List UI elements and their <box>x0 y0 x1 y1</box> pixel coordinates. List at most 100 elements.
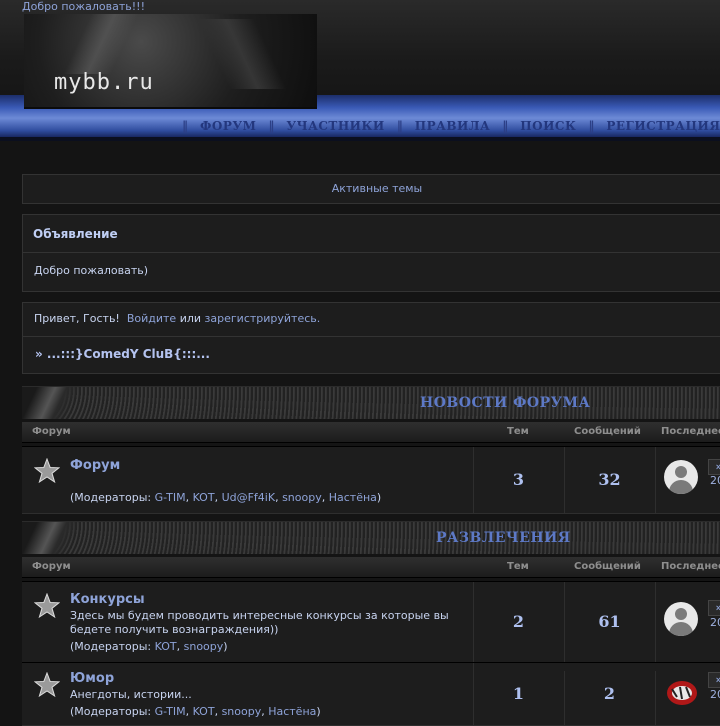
avatar-body <box>669 622 693 636</box>
guest-hello: Привет, Гость! <box>34 312 120 325</box>
last-post-jump-button[interactable]: » <box>708 672 720 688</box>
site-name: » ...:::}ComedY CluB{:::... <box>35 347 210 361</box>
active-topics-bar: Активные темы <box>22 174 720 204</box>
moderator-link[interactable]: Ud@Ff4iK <box>222 491 276 504</box>
category-edge-decoration <box>22 522 82 554</box>
register-period: . <box>316 312 321 325</box>
topic-count: 3 <box>473 447 565 513</box>
moderator-link[interactable]: snoopy <box>282 491 322 504</box>
forum-row-forum: Форум (Модераторы: G-TIM, KOT, Ud@Ff4iK,… <box>22 446 720 514</box>
guest-box: Привет, Гость! Войдите или зарегистрируй… <box>22 302 720 374</box>
last-post-jump-button[interactable]: » <box>708 600 720 616</box>
user-avatar-image[interactable] <box>664 675 700 709</box>
nav-separator: ‖ <box>396 119 403 133</box>
divider <box>23 252 720 253</box>
moderator-link[interactable]: KOT <box>155 640 177 653</box>
nav-forum[interactable]: ФОРУМ <box>200 119 256 133</box>
last-post-date: 20 <box>710 616 720 629</box>
column-last: Последнее <box>661 426 720 437</box>
moderator-link[interactable]: G-TIM <box>155 705 186 718</box>
category-header-entertainment: РАЗВЛЕЧЕНИЯ <box>22 521 720 554</box>
register-link[interactable]: зарегистрируйтесь <box>205 312 317 325</box>
moderator-link[interactable]: Настёна <box>268 705 316 718</box>
moderator-link[interactable]: snoopy <box>184 640 224 653</box>
column-topics: Тем <box>507 561 529 572</box>
divider <box>23 336 720 337</box>
nav-members[interactable]: УЧАСТНИКИ <box>286 119 384 133</box>
mods-suffix: ) <box>223 640 228 653</box>
moderators: (Модераторы: KOT, snoopy) <box>70 640 228 653</box>
star-icon <box>34 593 60 619</box>
column-forum: Форум <box>32 426 71 437</box>
column-forum: Форум <box>32 561 71 572</box>
forum-info-cell: Конкурсы Здесь мы будем проводить интере… <box>22 582 474 662</box>
moderators: (Модераторы: G-TIM, KOT, Ud@Ff4iK, snoop… <box>70 491 382 504</box>
nav-rules[interactable]: ПРАВИЛА <box>415 119 491 133</box>
logo-artwork-2 <box>194 19 304 89</box>
category-title: РАЗВЛЕЧЕНИЯ <box>436 530 571 546</box>
avatar-body <box>669 480 693 494</box>
moderator-link[interactable]: Настёна <box>329 491 377 504</box>
announcement-body: Добро пожаловать) <box>34 264 149 277</box>
nav-separator: ‖ <box>182 119 188 133</box>
forum-description: Здесь мы будем проводить интересные конк… <box>70 609 449 636</box>
nav-register[interactable]: РЕГИСТРАЦИЯ <box>606 119 720 133</box>
forum-row-humor: Юмор Анегдоты, истории... (Модераторы: G… <box>22 662 720 726</box>
avatar[interactable] <box>664 602 698 636</box>
post-count: 32 <box>564 447 656 513</box>
column-last: Последнее <box>661 561 720 572</box>
category-title: НОВОСТИ ФОРУМА <box>420 395 591 411</box>
post-count: 61 <box>564 582 656 662</box>
topic-count: 2 <box>473 582 565 662</box>
active-topics-link[interactable]: Активные темы <box>332 182 423 195</box>
column-posts: Сообщений <box>574 561 641 572</box>
mods-prefix: (Модераторы: <box>70 491 155 504</box>
mods-suffix: ) <box>316 705 321 718</box>
table-header: Форум Тем Сообщений Последнее <box>22 557 720 578</box>
avatar[interactable] <box>664 460 698 494</box>
forum-title[interactable]: Юмор <box>70 671 114 686</box>
last-post-date: 20 <box>710 474 720 487</box>
table-header: Форум Тем Сообщений Последнее <box>22 422 720 443</box>
moderator-link[interactable]: snoopy <box>222 705 262 718</box>
moderators: (Модераторы: G-TIM, KOT, snoopy, Настёна… <box>70 705 321 718</box>
moderator-link[interactable]: KOT <box>193 705 215 718</box>
mods-suffix: ) <box>376 491 382 504</box>
avatar-head <box>675 608 687 620</box>
forum-row-contests: Конкурсы Здесь мы будем проводить интере… <box>22 581 720 663</box>
site-logo[interactable]: mybb.ru <box>24 14 317 109</box>
nav-shadow <box>0 137 720 141</box>
column-posts: Сообщений <box>574 426 641 437</box>
guest-greeting: Привет, Гость! Войдите или зарегистрируй… <box>34 312 320 325</box>
or-text: или <box>179 312 202 325</box>
column-topics: Тем <box>507 426 529 437</box>
nav-separator: ‖ <box>268 119 275 133</box>
logo-text: mybb.ru <box>54 70 154 95</box>
forum-info-cell: Форум (Модераторы: G-TIM, KOT, Ud@Ff4iK,… <box>22 447 474 513</box>
logo-artwork <box>44 14 174 74</box>
forum-title[interactable]: Конкурсы <box>70 592 145 607</box>
moderator-link[interactable]: KOT <box>193 491 215 504</box>
mods-prefix: (Модераторы: <box>70 705 155 718</box>
nav-separator: ‖ <box>502 119 509 133</box>
category-edge-decoration <box>22 387 82 419</box>
login-link[interactable]: Войдите <box>127 312 176 325</box>
main-nav: ‖ ФОРУМ ‖ УЧАСТНИКИ ‖ ПРАВИЛА ‖ ПОИСК ‖ … <box>170 117 720 135</box>
post-count: 2 <box>564 671 656 725</box>
avatar-head <box>675 466 687 478</box>
forum-title[interactable]: Форум <box>70 458 120 473</box>
moderator-link[interactable]: G-TIM <box>155 491 186 504</box>
announcement-title: Объявление <box>33 227 118 241</box>
forum-info-cell: Юмор Анегдоты, истории... (Модераторы: G… <box>22 663 474 725</box>
category-header-news: НОВОСТИ ФОРУМА <box>22 386 720 419</box>
topic-count: 1 <box>473 671 565 725</box>
welcome-text: Добро пожаловать!!! <box>22 0 145 13</box>
last-post-jump-button[interactable]: » <box>708 459 720 475</box>
last-post-date: 20 <box>710 688 720 701</box>
nav-separator: ‖ <box>588 119 595 133</box>
nav-search[interactable]: ПОИСК <box>520 119 576 133</box>
forum-description: Анегдоты, истории... <box>70 688 192 701</box>
star-icon <box>34 672 60 698</box>
mods-prefix: (Модераторы: <box>70 640 155 653</box>
star-icon <box>34 458 60 484</box>
